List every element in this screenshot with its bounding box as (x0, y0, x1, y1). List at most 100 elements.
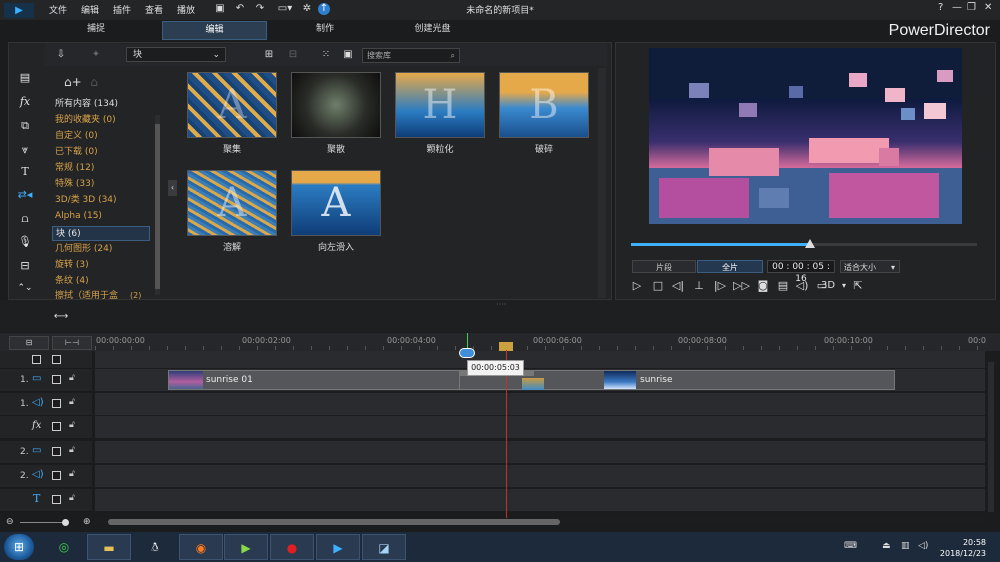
lock-icon[interactable]: 🔓︎ (69, 445, 75, 455)
snapshot-icon[interactable]: ◙ (756, 279, 770, 293)
lock-icon[interactable]: 🔓︎ (69, 397, 75, 407)
recorder-icon[interactable]: ● (270, 534, 314, 560)
timeline-ruler[interactable] (95, 346, 985, 350)
expand-collapse-icon[interactable]: ⌃⌄ (12, 279, 38, 297)
track-enable-checkbox[interactable] (52, 375, 61, 384)
menu-playback[interactable]: 播放 (177, 3, 195, 16)
stop-icon[interactable]: □ (651, 279, 665, 293)
tab-create-disc[interactable]: 创建光盘 (385, 21, 480, 38)
media-player-icon[interactable]: ▶ (224, 534, 268, 560)
preview-seek-handle[interactable] (805, 239, 815, 248)
audio-mixing-icon[interactable]: ⩍ (12, 210, 38, 228)
search-icon[interactable]: ⌕ (451, 49, 455, 63)
maximize-button[interactable]: ❐ (967, 2, 976, 13)
voiceover-icon[interactable]: 🎙 (12, 233, 38, 251)
minimize-button[interactable]: — (952, 2, 962, 13)
title-room-icon[interactable]: T (12, 163, 38, 181)
category-item-selected[interactable]: 块 (6) (52, 226, 150, 241)
upgrade-icon[interactable]: ↑ (318, 3, 330, 15)
range-handle[interactable] (459, 348, 475, 358)
help-button[interactable]: ? (938, 2, 943, 13)
taskbar-clock[interactable]: 20:58 2018/12/23 (940, 537, 986, 559)
mode-3d-dropdown-icon[interactable]: ▾ (837, 279, 851, 293)
zoom-in-icon[interactable]: ⊕ (83, 517, 91, 527)
collapse-panel-button[interactable]: ‹ (168, 180, 177, 196)
category-item[interactable]: Alpha (15) (52, 209, 150, 224)
movie-mode-button[interactable]: 全片 (697, 260, 763, 273)
volume-icon[interactable]: ◁) (795, 279, 809, 293)
particle-room-icon[interactable]: ⩔ (12, 141, 38, 159)
timeline-view-icon[interactable]: ⊢⊣ (52, 336, 92, 350)
category-item[interactable]: 条纹 (4) (52, 274, 150, 289)
fit-timeline-icon[interactable]: ⟷ (52, 311, 70, 323)
track-enable-checkbox[interactable] (52, 495, 61, 504)
track-row[interactable] (95, 416, 985, 439)
category-item[interactable]: 特殊 (33) (52, 177, 150, 192)
category-dropdown[interactable]: 块 ⌄ (126, 47, 226, 62)
track-row[interactable] (95, 465, 985, 488)
split-icon[interactable]: ⊥ (692, 279, 706, 293)
aspect-ratio-icon[interactable]: ▭▾ (274, 3, 296, 15)
zoom-slider-handle[interactable] (62, 519, 69, 526)
mode-3d-button[interactable]: 3D (818, 279, 838, 293)
subtitle-icon[interactable]: ▤ (776, 279, 790, 293)
effects-room-icon[interactable]: fx (12, 93, 38, 111)
lock-icon[interactable]: 🔓︎ (69, 469, 75, 479)
file-explorer-icon[interactable]: ▬ (87, 534, 131, 560)
track-manager-icon[interactable]: ⊟ (9, 336, 49, 350)
track-row[interactable] (95, 441, 985, 464)
menu-plugins[interactable]: 插件 (113, 3, 131, 16)
menu-edit[interactable]: 编辑 (81, 3, 99, 16)
transition-thumbnail[interactable]: A (187, 72, 277, 138)
track-toggle[interactable] (32, 355, 41, 364)
chapter-room-icon[interactable]: ⊟ (12, 257, 38, 275)
track-enable-checkbox[interactable] (52, 422, 61, 431)
zoom-slider[interactable] (20, 522, 68, 523)
video-clip[interactable]: sunrise 01 (168, 370, 508, 390)
menu-view[interactable]: 查看 (145, 3, 163, 16)
settings-icon[interactable]: ✲ (301, 3, 313, 15)
add-icon[interactable]: ⊞ (263, 49, 275, 61)
fit-size-select[interactable]: 适合大小 ▾ (840, 260, 900, 273)
thumbnail-size-icon[interactable]: ▣ (342, 49, 354, 61)
category-scroll-thumb[interactable] (155, 124, 160, 289)
previous-frame-icon[interactable]: ◁| (671, 279, 685, 293)
timeline-vertical-scrollbar[interactable] (988, 362, 994, 512)
save-icon[interactable]: ▣ (214, 3, 226, 15)
app-360-icon[interactable]: ◎ (42, 534, 86, 560)
track-enable-checkbox[interactable] (52, 447, 61, 456)
notes-app-icon[interactable]: ◪ (362, 534, 406, 560)
category-item[interactable]: 3D/类 3D (34) (52, 193, 150, 208)
lock-icon[interactable]: 🔓︎ (69, 420, 75, 430)
track-row[interactable] (95, 489, 985, 512)
category-item[interactable]: 我的收藏夹 (0) (52, 113, 150, 128)
category-item[interactable]: 旋转 (3) (52, 258, 150, 273)
transition-thumbnail[interactable]: B (499, 72, 589, 138)
preview-timecode[interactable]: 00 : 00 : 05 : 16 (767, 260, 835, 284)
media-room-icon[interactable]: ▤ (12, 69, 38, 87)
transition-thumbnail[interactable]: H (395, 72, 485, 138)
zoom-out-icon[interactable]: ⊖ (6, 517, 14, 527)
clip-mode-button[interactable]: 片段 (632, 260, 696, 273)
play-icon[interactable]: ▷ (630, 279, 644, 293)
network-icon[interactable]: ▥ (901, 541, 910, 551)
timeline-scroll-thumb[interactable] (108, 519, 560, 525)
search-input[interactable]: 搜索库 ⌕ (362, 48, 460, 63)
powerdirector-task-icon[interactable]: ▶ (316, 534, 360, 560)
category-item[interactable]: 常规 (12) (52, 161, 150, 176)
redo-icon[interactable]: ↷ (254, 3, 266, 15)
qq-icon[interactable]: 🐧︎ (133, 534, 177, 560)
firefox-icon[interactable]: ◉ (179, 534, 223, 560)
tab-produce[interactable]: 制作 (280, 21, 370, 38)
category-item[interactable]: 已下载 (0) (52, 145, 150, 160)
speaker-icon[interactable]: ◁) (918, 541, 928, 551)
grid-view-icon[interactable]: ⁙ (320, 49, 332, 61)
track-enable-checkbox[interactable] (52, 355, 61, 364)
resize-handle[interactable]: ···· (496, 300, 506, 309)
keyboard-icon[interactable]: ⌨ (844, 541, 857, 551)
undock-icon[interactable]: ⇱ (851, 279, 865, 293)
category-item[interactable]: 所有内容 (134) (52, 97, 150, 112)
transition-room-icon[interactable]: ⇄◂ (12, 186, 38, 204)
fast-forward-icon[interactable]: ▷▷ (733, 279, 750, 293)
library-scrollbar[interactable] (598, 68, 606, 298)
